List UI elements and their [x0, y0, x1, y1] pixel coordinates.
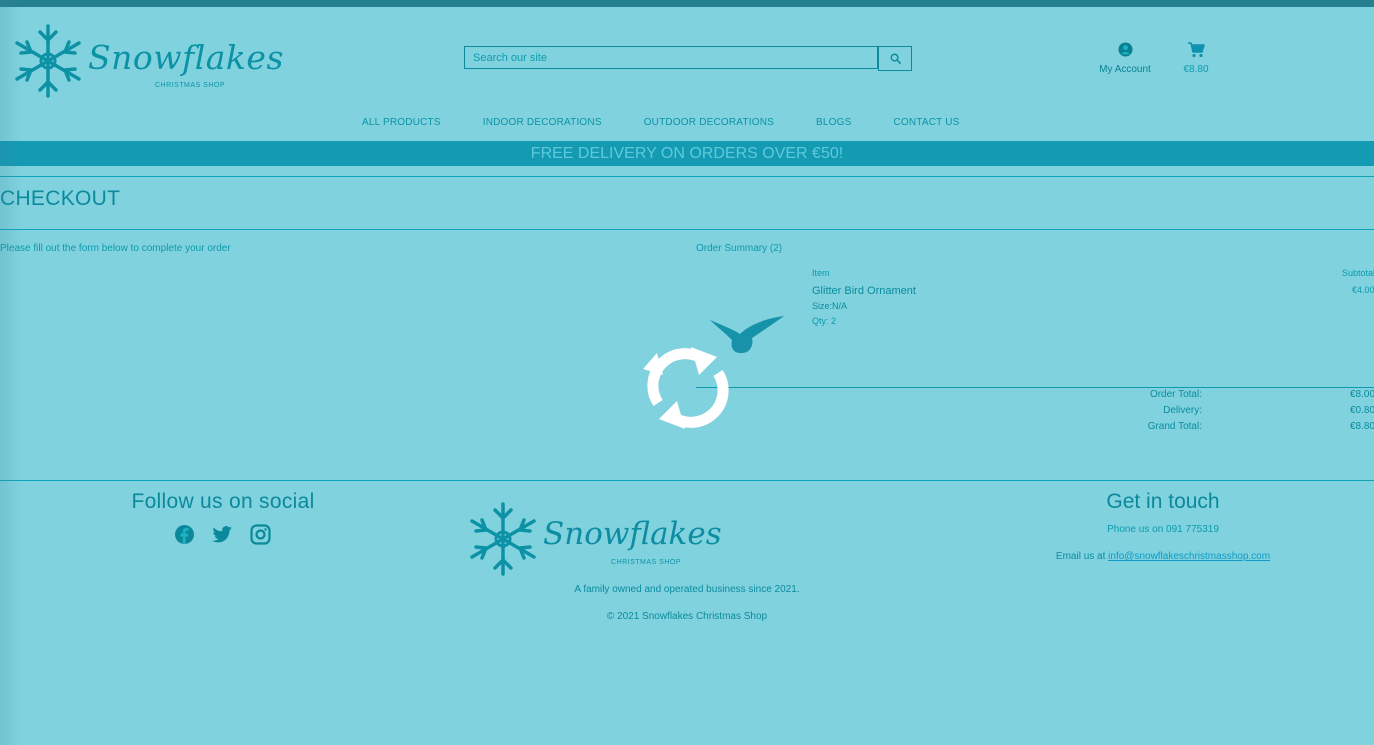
loading-overlay — [0, 0, 1374, 745]
overlay-edge-shade — [0, 0, 22, 745]
loading-spinner-icon — [643, 347, 729, 429]
